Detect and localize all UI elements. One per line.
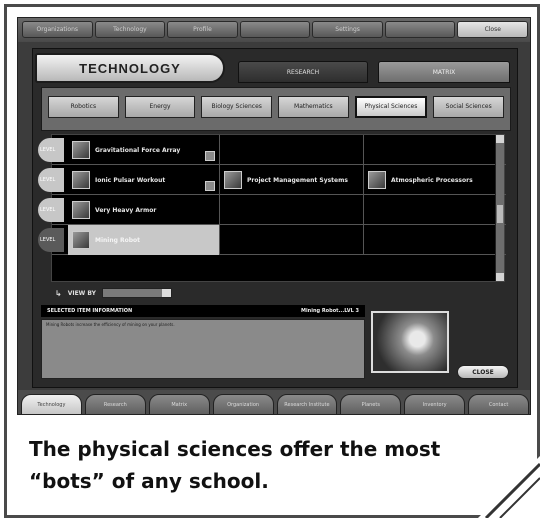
technology-panel: TECHNOLOGY RESEARCH MATRIX Robotics Ener… [32, 48, 518, 388]
tech-thumbnail [72, 231, 90, 249]
tech-name: Project Management Systems [247, 176, 348, 184]
mining-robot-image [371, 311, 449, 373]
scroll-thumb[interactable] [497, 205, 503, 223]
selected-item-name: Mining Robot...LVL 3 [300, 308, 359, 314]
caption: The physical sciences offer the most “bo… [29, 437, 441, 493]
school-tab-biology[interactable]: Biology Sciences [201, 96, 273, 118]
school-tab-social-sciences[interactable]: Social Sciences [433, 96, 505, 118]
bottom-tab[interactable]: Contact [468, 394, 529, 414]
matrix-scrollbar[interactable] [495, 135, 504, 281]
screenshot-card: Organizations Technology Profile Setting… [4, 4, 540, 518]
school-tab-mathematics[interactable]: Mathematics [278, 96, 349, 118]
tech-cell[interactable] [220, 225, 364, 255]
top-nav-item[interactable]: Organizations [22, 21, 93, 38]
top-nav-item[interactable] [384, 21, 456, 38]
row-level-tab[interactable]: LEVEL [38, 138, 64, 162]
tech-cell-selected[interactable]: Mining Robot [68, 225, 220, 255]
technology-matrix: LEVEL Gravitational Force Array LEVEL Io… [38, 134, 506, 282]
bottom-tab[interactable]: Research [84, 394, 146, 414]
game-screenshot: Organizations Technology Profile Setting… [17, 17, 531, 415]
top-nav-item[interactable]: Profile [167, 21, 238, 38]
school-tab-physical-sciences[interactable]: Physical Sciences [354, 96, 428, 118]
selected-item-description: Mining Robots increase the efficiency of… [41, 319, 365, 379]
tech-thumbnail [72, 141, 90, 159]
top-nav-item[interactable] [239, 21, 311, 38]
tech-cell[interactable]: Ionic Pulsar Workout [68, 165, 220, 195]
bottom-tab[interactable]: Organization [212, 394, 274, 414]
tech-name: Atmospheric Processors [391, 176, 473, 184]
tab-matrix[interactable]: MATRIX [378, 61, 510, 83]
tech-name: Very Heavy Armor [95, 206, 157, 214]
tech-cell[interactable] [364, 225, 497, 255]
tech-cell[interactable]: Atmospheric Processors [364, 165, 497, 195]
selected-item-header: SELECTED ITEM INFORMATION Mining Robot..… [41, 305, 365, 317]
row-level-tab[interactable]: LEVEL [38, 198, 64, 222]
tab-research[interactable]: RESEARCH [238, 61, 368, 83]
bottom-tab[interactable]: Planets [340, 394, 402, 414]
top-close-button[interactable]: Close [457, 21, 529, 38]
top-nav-item[interactable]: Technology [94, 21, 166, 38]
view-by-label: VIEW BY [67, 289, 96, 297]
scroll-down-icon[interactable] [496, 273, 504, 281]
tech-name: Ionic Pulsar Workout [95, 176, 166, 184]
tech-cell[interactable] [220, 135, 364, 165]
bottom-tab[interactable]: Matrix [148, 394, 210, 414]
tech-cell[interactable]: Project Management Systems [220, 165, 364, 195]
top-nav-item[interactable]: Settings [312, 21, 383, 38]
matrix-row: LEVEL Very Heavy Armor [38, 195, 506, 225]
tech-cell[interactable]: Gravitational Force Array [68, 135, 220, 165]
tech-thumbnail [368, 171, 386, 189]
tech-name: Gravitational Force Array [95, 146, 181, 154]
arrow-icon: ↳ [55, 288, 62, 298]
school-tab-robotics[interactable]: Robotics [48, 96, 119, 118]
info-icon[interactable] [205, 151, 215, 161]
matrix-row: LEVEL Gravitational Force Array [38, 135, 506, 165]
bottom-tab[interactable]: Technology [21, 394, 82, 414]
tech-cell[interactable] [364, 135, 497, 165]
info-icon[interactable] [205, 181, 215, 191]
tech-thumbnail [224, 171, 242, 189]
selected-item-title: SELECTED ITEM INFORMATION [47, 308, 133, 314]
school-tab-energy[interactable]: Energy [124, 96, 196, 118]
tech-thumbnail [72, 171, 90, 189]
tech-cell[interactable] [364, 195, 497, 225]
bottom-tab[interactable]: Inventory [404, 394, 466, 414]
panel-title-tab[interactable]: TECHNOLOGY [35, 53, 225, 83]
matrix-row: LEVEL Mining Robot [38, 225, 506, 255]
bottom-nav-bar: Technology Research Matrix Organization … [18, 390, 530, 414]
tech-cell[interactable] [220, 195, 364, 225]
tech-cell[interactable]: Very Heavy Armor [68, 195, 220, 225]
bottom-tab[interactable]: Research Institute [276, 394, 338, 414]
school-tabs: Robotics Energy Biology Sciences Mathema… [41, 87, 511, 131]
row-level-tab[interactable]: LEVEL [38, 228, 64, 252]
matrix-row: LEVEL Ionic Pulsar Workout Project Manag… [38, 165, 506, 195]
view-by-dropdown[interactable] [101, 288, 172, 298]
panel-title: TECHNOLOGY [79, 60, 181, 76]
tech-name: Mining Robot [95, 236, 141, 244]
top-nav-bar: Organizations Technology Profile Setting… [18, 18, 530, 42]
row-level-tab[interactable]: LEVEL [38, 168, 64, 192]
tech-thumbnail [72, 201, 90, 219]
view-selector: ↳ VIEW BY [55, 287, 172, 299]
close-button[interactable]: CLOSE [457, 365, 509, 379]
scroll-up-icon[interactable] [496, 135, 504, 143]
page-curl-icon [478, 456, 540, 518]
